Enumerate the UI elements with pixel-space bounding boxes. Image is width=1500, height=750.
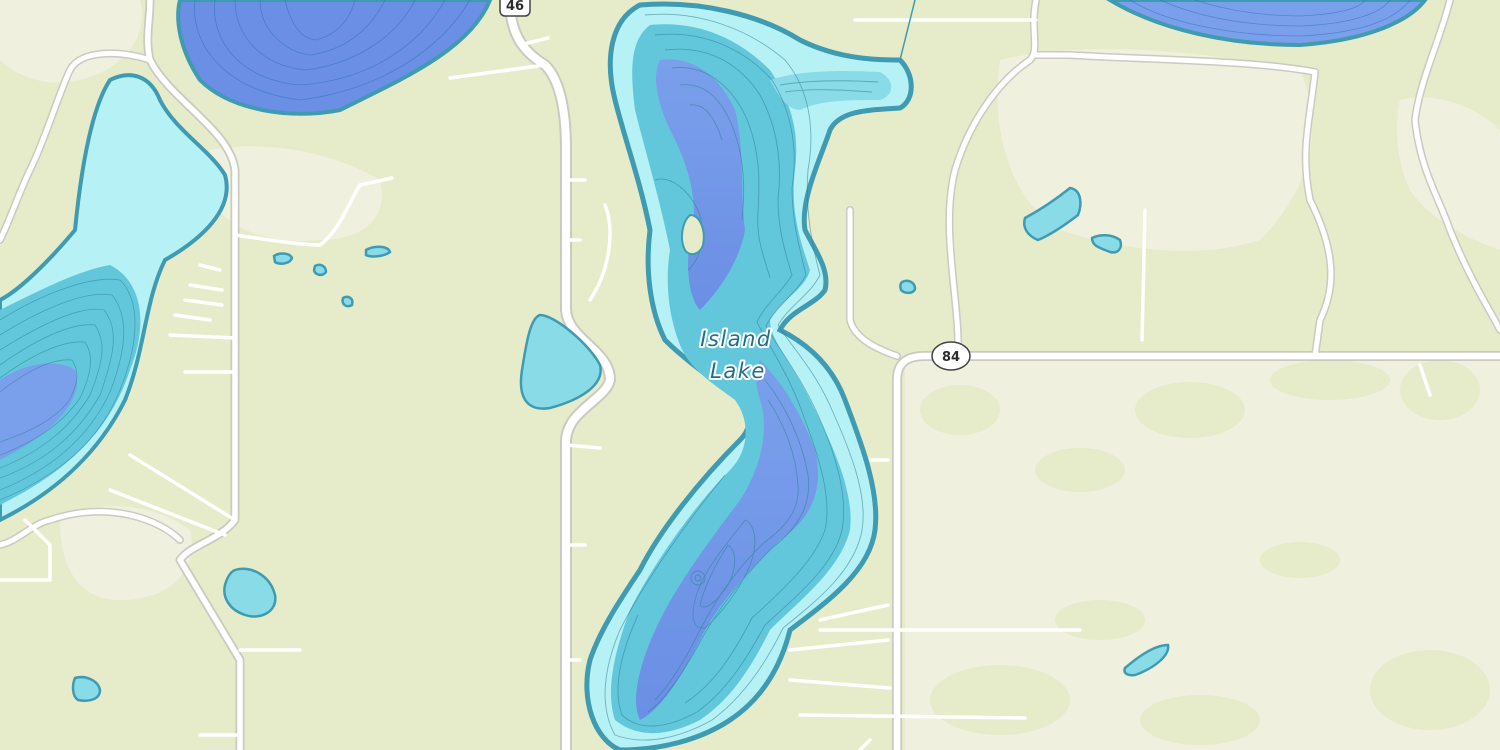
island xyxy=(681,213,705,256)
route-84-label: 84 xyxy=(942,350,960,365)
pond-east-3 xyxy=(899,279,917,295)
map-canvas[interactable]: 46 84 Island Lake xyxy=(0,0,1500,750)
route-46-label: 46 xyxy=(506,0,524,14)
lake-name-line2: Lake xyxy=(710,359,766,383)
lake-depth-map: 46 84 Island Lake xyxy=(0,0,1500,750)
lake-name-line1: Island xyxy=(700,327,771,351)
route-shield-46[interactable]: 46 xyxy=(499,0,531,17)
route-shield-84[interactable]: 84 xyxy=(931,341,971,371)
